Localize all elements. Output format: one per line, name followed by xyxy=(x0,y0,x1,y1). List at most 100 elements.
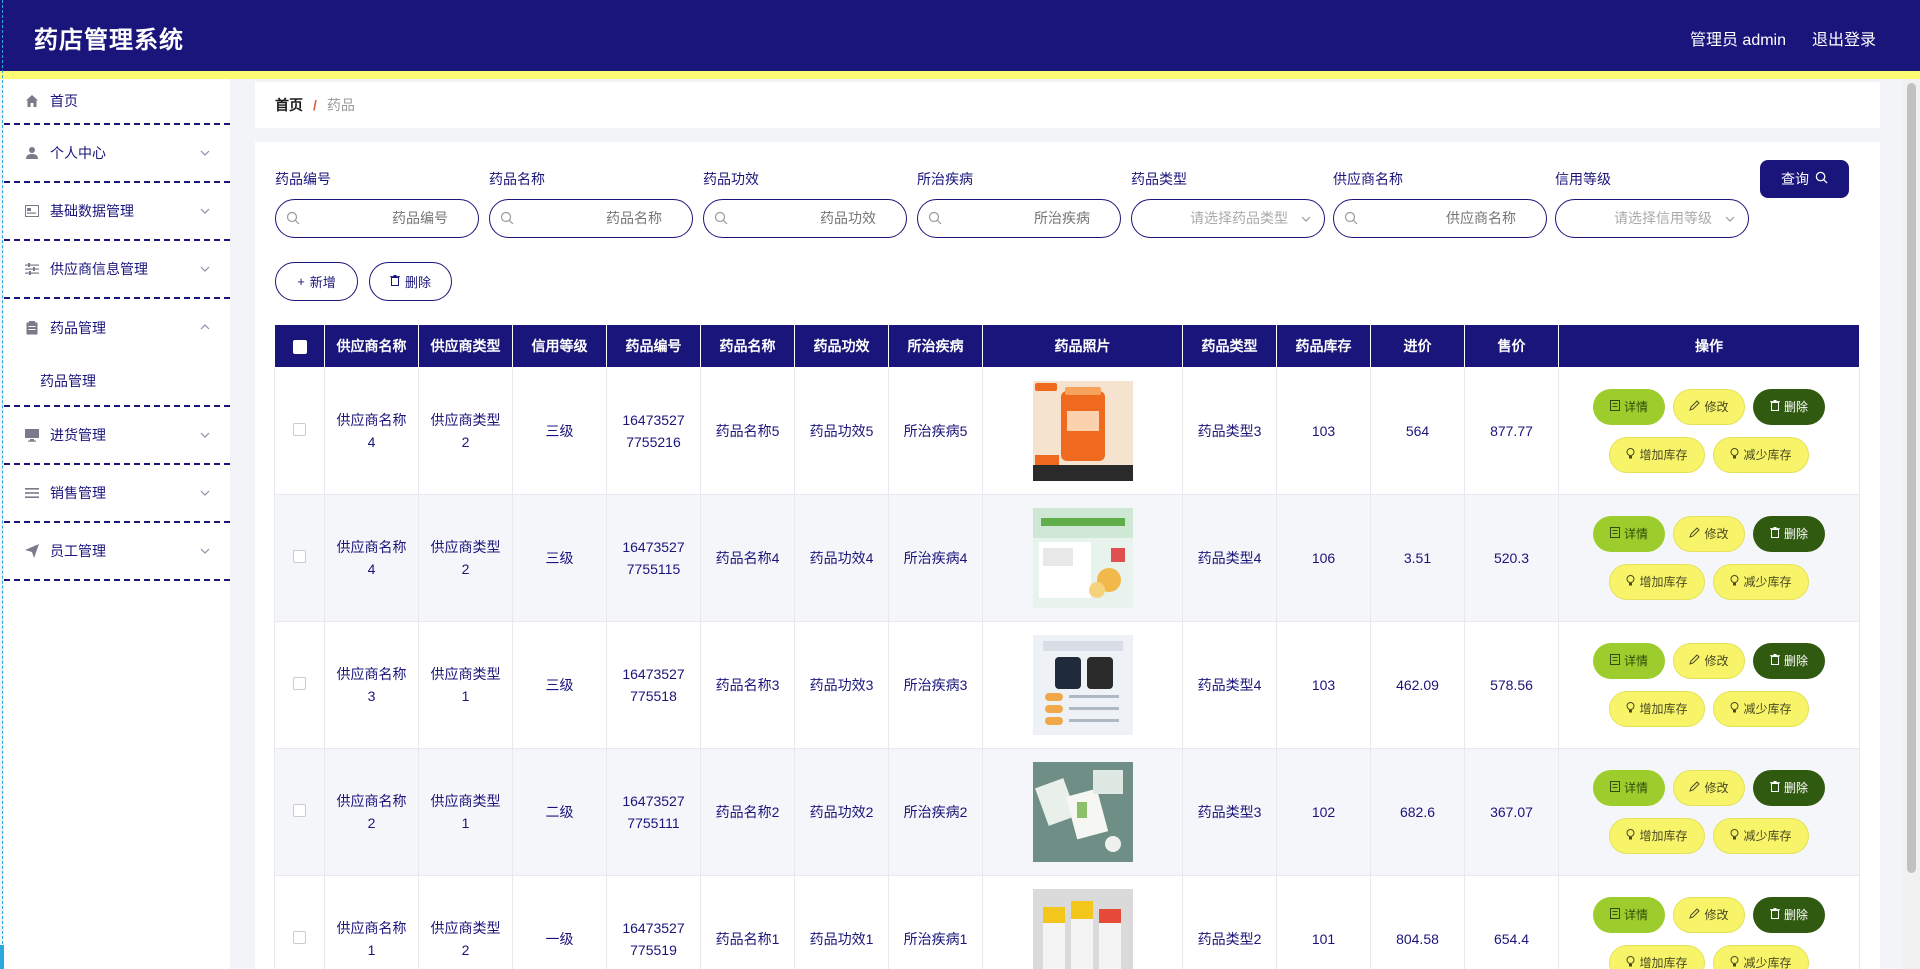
search-box[interactable] xyxy=(703,199,907,238)
reduce-stock-button[interactable]: 减少库存 xyxy=(1713,564,1809,600)
detail-button[interactable]: 详情 xyxy=(1593,389,1665,425)
add-stock-button[interactable]: 增加库存 xyxy=(1609,818,1705,854)
logout-link[interactable]: 退出登录 xyxy=(1812,26,1876,50)
row-select-cell[interactable] xyxy=(274,875,325,969)
add-stock-button[interactable]: 增加库存 xyxy=(1609,945,1705,969)
add-stock-button[interactable]: 增加库存 xyxy=(1609,437,1705,473)
stock-cell: 106 xyxy=(1276,494,1371,622)
cell-text: 供应商名称 xyxy=(336,412,407,428)
select-all-checkbox[interactable] xyxy=(292,340,307,355)
search-box[interactable] xyxy=(917,199,1121,238)
reduce-stock-button[interactable]: 减少库存 xyxy=(1713,945,1809,969)
table-row: 供应商名称 4 供应商类型 2 三级 16473527 7755216 药品名称5 药… xyxy=(274,367,1860,495)
edit-button[interactable]: 修改 xyxy=(1673,389,1745,425)
delete-button[interactable]: 删除 xyxy=(1753,770,1825,806)
sidebar-item-supplier-info[interactable]: 供应商信息管理 xyxy=(4,241,230,299)
medicine-photo[interactable] xyxy=(1032,762,1133,862)
current-user: 管理员 admin xyxy=(1689,32,1786,49)
sidebar-item-staff[interactable]: 员工管理 xyxy=(4,523,230,581)
row-checkbox[interactable] xyxy=(293,423,306,436)
sidebar-item-home[interactable]: 首页 xyxy=(4,79,230,125)
home-icon xyxy=(24,93,40,109)
medicine-photo[interactable] xyxy=(1032,635,1133,735)
sidebar-item-basic-data[interactable]: 基础数据管理 xyxy=(4,183,230,241)
supplier-name-cell: 供应商名称 3 xyxy=(324,621,419,749)
medicine-photo[interactable] xyxy=(1032,508,1133,608)
reduce-stock-button[interactable]: 减少库存 xyxy=(1713,437,1809,473)
medicine-photo[interactable] xyxy=(1032,889,1133,969)
row-select-cell[interactable] xyxy=(274,367,325,495)
supplier-name-cell: 供应商名称 4 xyxy=(324,367,419,495)
delete-button-label: 删除 xyxy=(1783,527,1808,541)
detail-button[interactable]: 详情 xyxy=(1593,897,1665,933)
row-select-cell[interactable] xyxy=(274,621,325,749)
delete-button-label: 删除 xyxy=(1783,908,1808,922)
submenu-item-medicine-management[interactable]: 药品管理 xyxy=(4,357,230,407)
row-select-cell[interactable] xyxy=(274,494,325,622)
row-select-cell[interactable] xyxy=(274,748,325,876)
sidebar-item-medicine[interactable]: 药品管理 xyxy=(4,299,230,357)
sidebar-item-sales[interactable]: 销售管理 xyxy=(4,465,230,523)
select-all-header[interactable] xyxy=(274,324,325,368)
add-button[interactable]: + 新增 xyxy=(275,262,358,301)
row-actions: 详情 修改 删除 增加库存 减少库存 xyxy=(1559,770,1859,854)
add-stock-button[interactable]: 增加库存 xyxy=(1609,564,1705,600)
page-scrollbar[interactable] xyxy=(1903,79,1920,969)
credit-select[interactable]: 请选择信用等级 xyxy=(1555,199,1749,238)
row-checkbox[interactable] xyxy=(293,804,306,817)
column-header: 售价 xyxy=(1464,324,1559,368)
supplier-input[interactable] xyxy=(1366,200,1516,237)
cell-text: 1 xyxy=(461,815,470,831)
medicine-photo[interactable] xyxy=(1032,381,1133,481)
sidebar-item-purchase[interactable]: 进货管理 xyxy=(4,407,230,465)
sliders-icon xyxy=(24,261,40,277)
delete-button[interactable]: 删除 xyxy=(1753,516,1825,552)
medicine-effect-cell: 药品功效2 xyxy=(794,748,889,876)
table-body: 供应商名称 4 供应商类型 2 三级 16473527 7755216 药品名称5 药… xyxy=(274,367,1860,969)
row-checkbox[interactable] xyxy=(293,931,306,944)
cell-text: 供应商类型 xyxy=(430,920,501,936)
delete-button[interactable]: 删除 xyxy=(1753,643,1825,679)
row-checkbox[interactable] xyxy=(293,550,306,563)
left-guide-line xyxy=(2,0,3,969)
reduce-stock-label: 减少库存 xyxy=(1743,448,1792,462)
batch-delete-button[interactable]: 删除 xyxy=(369,262,452,301)
breadcrumb-home[interactable]: 首页 xyxy=(275,95,303,115)
search-box[interactable] xyxy=(275,199,479,238)
medicine-code-cell: 16473527 775518 xyxy=(606,621,701,749)
search-box[interactable] xyxy=(1333,199,1547,238)
document-icon xyxy=(1609,396,1620,418)
medicine-name-cell: 药品名称3 xyxy=(700,621,795,749)
add-stock-button[interactable]: 增加库存 xyxy=(1609,691,1705,727)
name-input[interactable] xyxy=(512,200,662,237)
search-box[interactable] xyxy=(489,199,693,238)
medicine-type-cell: 药品类型4 xyxy=(1182,494,1277,622)
detail-button[interactable]: 详情 xyxy=(1593,770,1665,806)
column-header: 信用等级 xyxy=(512,324,607,368)
effect-input[interactable] xyxy=(726,200,876,237)
search-form: 药品编号 药品名称 药品功效 所治疾病 xyxy=(275,170,1875,250)
scroll-thumb[interactable] xyxy=(1907,83,1916,873)
edit-button[interactable]: 修改 xyxy=(1673,770,1745,806)
reduce-stock-button[interactable]: 减少库存 xyxy=(1713,818,1809,854)
chevron-down-icon xyxy=(200,543,210,557)
edit-button[interactable]: 修改 xyxy=(1673,897,1745,933)
delete-button[interactable]: 删除 xyxy=(1753,897,1825,933)
detail-button[interactable]: 详情 xyxy=(1593,643,1665,679)
edit-button[interactable]: 修改 xyxy=(1673,643,1745,679)
cell-text: 4 xyxy=(367,561,376,577)
breadcrumb: 首页 / 药品 xyxy=(255,82,1880,128)
row-checkbox[interactable] xyxy=(293,677,306,690)
delete-button-label: 删除 xyxy=(1783,400,1808,414)
type-select[interactable]: 请选择药品类型 xyxy=(1131,199,1325,238)
edit-button[interactable]: 修改 xyxy=(1673,516,1745,552)
delete-button[interactable]: 删除 xyxy=(1753,389,1825,425)
detail-button[interactable]: 详情 xyxy=(1593,516,1665,552)
disease-input[interactable] xyxy=(940,200,1090,237)
sidebar-item-personal-center[interactable]: 个人中心 xyxy=(4,125,230,183)
query-button[interactable]: 查询 xyxy=(1760,160,1849,198)
query-button-label: 查询 xyxy=(1781,171,1809,187)
medicine-effect-cell: 药品功效5 xyxy=(794,367,889,495)
code-input[interactable] xyxy=(298,200,448,237)
reduce-stock-button[interactable]: 减少库存 xyxy=(1713,691,1809,727)
